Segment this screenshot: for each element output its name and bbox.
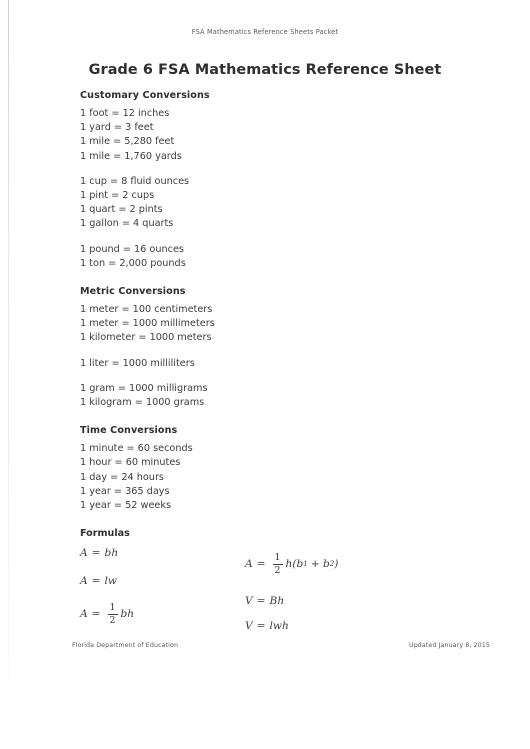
section-heading-time: Time Conversions <box>80 425 178 437</box>
conversion-line: 1 year = 52 weeks <box>80 500 172 512</box>
formula-volume-prism: V = Bh <box>245 595 485 607</box>
fraction-numerator: 1 <box>274 552 281 564</box>
formula-rhs: bh <box>104 547 119 560</box>
formula-lhs: V <box>245 595 253 608</box>
document-page: FSA Mathematics Reference Sheets Packet … <box>0 0 530 749</box>
fraction-one-half: 1 2 <box>107 602 118 626</box>
section-metric-conversions: Metric Conversions 1 meter = 100 centime… <box>80 286 500 410</box>
conversion-line: 1 pint = 2 cups <box>80 190 155 202</box>
conversion-line: 1 hour = 60 minutes <box>80 457 181 469</box>
footer-updated-date: Updated January 8, 2015 <box>408 642 490 649</box>
formula-lhs: A <box>80 547 88 560</box>
conversion-line: 1 gram = 1000 milligrams <box>80 382 208 394</box>
formula-column-right: A = 1 2 h(b 1 + b 2) V = Bh V = lwh <box>245 553 485 632</box>
conversion-line: 1 cup = 8 fluid ounces <box>80 175 190 187</box>
equals-sign: = <box>91 547 101 560</box>
formula-rhs-suffix: ) <box>334 558 339 571</box>
conversion-group: 1 liter = 1000 milliliters <box>80 357 500 371</box>
equals-sign: = <box>256 620 266 633</box>
conversion-group: 1 pound = 16 ounces 1 ton = 2,000 pounds <box>80 243 500 271</box>
conversion-line: 1 gallon = 4 quarts <box>80 218 174 230</box>
formula-rhs: lwh <box>269 620 289 633</box>
section-heading-customary: Customary Conversions <box>80 90 210 101</box>
formula-lhs: A <box>80 608 88 621</box>
formula-lhs: A <box>245 558 253 571</box>
page-edge-line <box>8 0 9 692</box>
conversion-line: 1 pound = 16 ounces <box>80 243 184 255</box>
equals-sign: = <box>91 608 101 621</box>
section-customary-conversions: Customary Conversions 1 foot = 12 inches… <box>80 90 500 271</box>
fraction-denominator: 2 <box>274 564 281 576</box>
formula-area-parallelogram: A = bh <box>80 547 240 559</box>
conversion-line: 1 mile = 5,280 feet <box>80 136 175 148</box>
equals-sign: = <box>256 558 266 571</box>
conversion-line: 1 minute = 60 seconds <box>80 443 193 455</box>
conversion-line: 1 day = 24 hours <box>80 471 164 483</box>
conversion-group: 1 meter = 100 centimeters 1 meter = 1000… <box>80 303 500 346</box>
conversion-line: 1 kilogram = 1000 grams <box>80 397 205 409</box>
footer-agency: Florida Department of Education <box>72 642 179 649</box>
conversion-line: 1 quart = 2 pints <box>80 204 163 216</box>
formula-area-triangle: A = 1 2 bh <box>80 603 240 625</box>
section-formulas: Formulas A = bh A = lw A = 1 2 bh A = 1 … <box>80 528 500 639</box>
fraction-numerator: 1 <box>109 602 116 614</box>
formula-lhs: V <box>245 620 253 633</box>
formula-rhs-plus: + b <box>310 558 330 571</box>
running-header: FSA Mathematics Reference Sheets Packet <box>191 28 339 36</box>
formula-rhs: bh <box>120 608 135 621</box>
fraction-one-half: 1 2 <box>272 552 283 576</box>
conversion-line: 1 meter = 100 centimeters <box>80 304 213 316</box>
conversion-group: 1 gram = 1000 milligrams 1 kilogram = 10… <box>80 382 500 410</box>
page-title: Grade 6 FSA Mathematics Reference Sheet <box>88 62 442 78</box>
section-heading-formulas: Formulas <box>80 528 130 540</box>
formula-rhs: lw <box>104 575 118 588</box>
formula-lhs: A <box>80 575 88 588</box>
conversion-group: 1 cup = 8 fluid ounces 1 pint = 2 cups 1… <box>80 175 500 232</box>
conversion-line: 1 meter = 1000 millimeters <box>80 318 215 330</box>
conversion-line: 1 yard = 3 feet <box>80 122 154 134</box>
conversion-line: 1 foot = 12 inches <box>80 108 170 119</box>
equals-sign: = <box>256 595 266 608</box>
conversion-line: 1 liter = 1000 milliliters <box>80 357 195 369</box>
conversion-line: 1 year = 365 days <box>80 485 170 497</box>
formula-volume-rectangular-prism: V = lwh <box>245 620 485 632</box>
section-heading-metric: Metric Conversions <box>80 286 186 298</box>
conversion-line: 1 ton = 2,000 pounds <box>80 257 186 269</box>
fraction-denominator: 2 <box>109 614 116 626</box>
equals-sign: = <box>91 575 101 588</box>
formula-area-rectangle: A = lw <box>80 575 240 587</box>
conversion-line: 1 mile = 1,760 yards <box>80 150 182 162</box>
formula-area-trapezoid: A = 1 2 h(b 1 + b 2) <box>245 552 339 576</box>
formula-rhs: Bh <box>269 595 285 608</box>
formula-rhs-prefix: h(b <box>285 558 304 571</box>
formula-columns: A = bh A = lw A = 1 2 bh A = 1 2 h(b 1 +… <box>80 547 500 639</box>
conversion-line: 1 kilometer = 1000 meters <box>80 332 212 344</box>
conversion-group: 1 foot = 12 inches 1 yard = 3 feet 1 mil… <box>80 107 500 164</box>
formula-column-left: A = bh A = lw A = 1 2 bh <box>80 547 240 625</box>
conversion-group: 1 minute = 60 seconds 1 hour = 60 minute… <box>80 442 500 513</box>
section-time-conversions: Time Conversions 1 minute = 60 seconds 1… <box>80 425 500 513</box>
document-body: Customary Conversions 1 foot = 12 inches… <box>80 90 500 654</box>
